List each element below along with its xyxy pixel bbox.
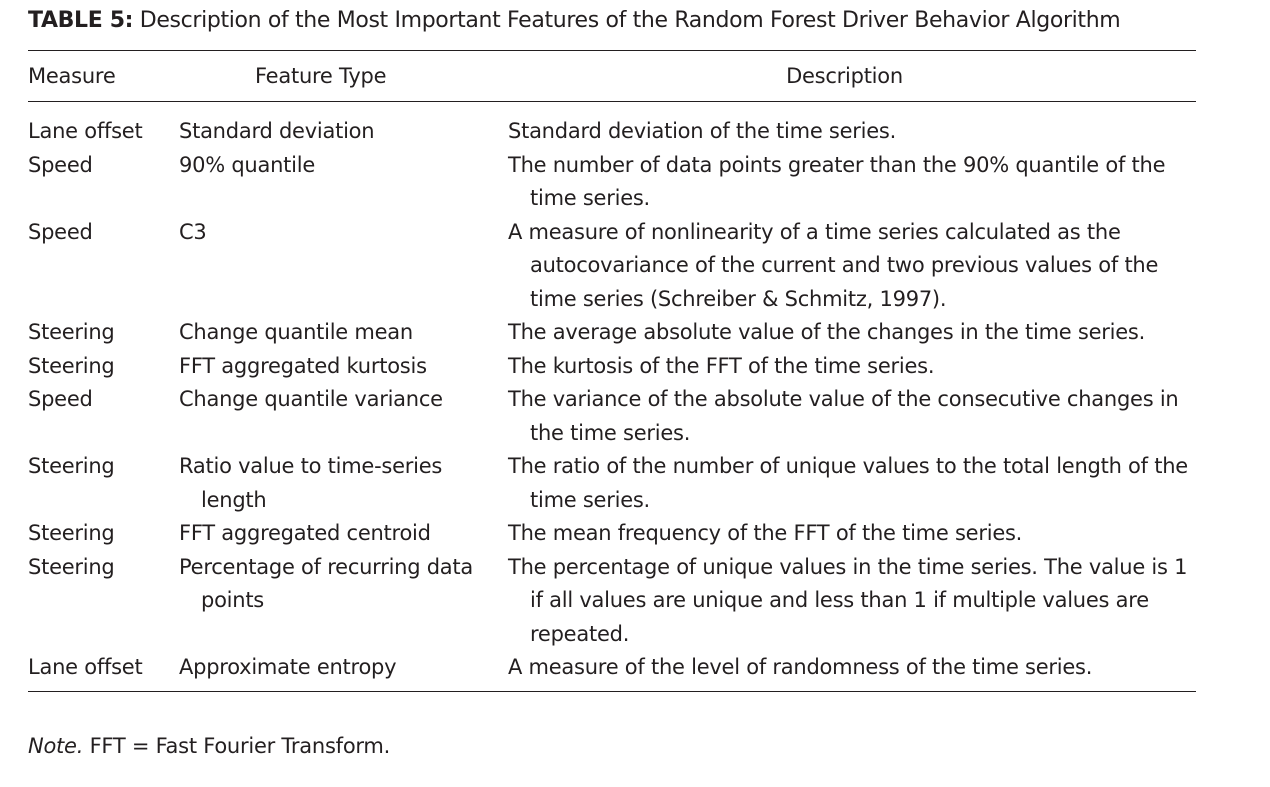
cell-measure: Lane offset bbox=[28, 119, 143, 143]
cell-measure: Steering bbox=[28, 521, 115, 545]
cell-description: The kurtosis of the FFT of the time seri… bbox=[508, 353, 935, 378]
cell-feature-type: Change quantile variance bbox=[179, 387, 443, 411]
table-row: Speed C3 A measure of nonlinearity of a … bbox=[28, 216, 1196, 317]
header-description: Description bbox=[786, 64, 903, 88]
cell-measure: Speed bbox=[28, 387, 93, 411]
table-row: Steering Percentage of recurring data po… bbox=[28, 551, 1196, 652]
cell-description: The variance of the absolute value of th… bbox=[508, 387, 1179, 445]
cell-description: The mean frequency of the FFT of the tim… bbox=[508, 521, 1023, 545]
table-container: TABLE 5: Description of the Most Importa… bbox=[28, 6, 1196, 692]
cell-feature-type: Change quantile mean bbox=[179, 320, 413, 344]
cell-description: The average absolute value of the change… bbox=[508, 320, 1146, 344]
cell-description: A measure of the level of randomness of … bbox=[508, 655, 1093, 679]
table-row: Steering Ratio value to time-series leng… bbox=[28, 450, 1196, 517]
note-label: Note. bbox=[28, 734, 84, 758]
cell-feature-type: Ratio value to time-series length bbox=[179, 454, 443, 512]
cell-measure: Speed bbox=[28, 219, 93, 244]
table-row: Speed 90% quantile The number of data po… bbox=[28, 149, 1196, 216]
cell-feature-type: FFT aggregated kurtosis bbox=[179, 353, 427, 378]
cell-measure: Steering bbox=[28, 320, 115, 344]
table-title: Description of the Most Important Featur… bbox=[139, 8, 1121, 33]
cell-measure: Lane offset bbox=[28, 655, 143, 679]
table-row: Lane offset Standard deviation Standard … bbox=[28, 115, 1196, 149]
note-text: FFT = Fast Fourier Transform. bbox=[83, 734, 391, 758]
cell-description: The percentage of unique values in the t… bbox=[508, 554, 1188, 646]
cell-description: Standard deviation of the time series. bbox=[508, 119, 897, 143]
table-row: Steering FFT aggregated centroid The mea… bbox=[28, 517, 1196, 551]
cell-feature-type: Standard deviation bbox=[179, 119, 375, 143]
bottom-rule bbox=[28, 690, 1196, 692]
features-table: Measure Feature Type Description bbox=[28, 51, 1196, 101]
cell-description: A measure of nonlinearity of a time seri… bbox=[508, 219, 1159, 311]
table-row: Steering Change quantile mean The averag… bbox=[28, 316, 1196, 350]
table-row: Steering FFT aggregated kurtosis The kur… bbox=[28, 350, 1196, 384]
cell-feature-type: 90% quantile bbox=[179, 152, 315, 177]
table-note: Note. FFT = Fast Fourier Transform. bbox=[28, 734, 390, 758]
cell-feature-type: Percentage of recurring data points bbox=[179, 554, 474, 613]
cell-description: The number of data points greater than t… bbox=[508, 152, 1166, 211]
cell-measure: Steering bbox=[28, 554, 115, 579]
cell-feature-type: Approximate entropy bbox=[179, 655, 397, 679]
cell-description: The ratio of the number of unique values… bbox=[508, 454, 1188, 512]
spacer-row bbox=[28, 102, 1196, 115]
cell-feature-type: FFT aggregated centroid bbox=[179, 521, 431, 545]
table-row: Speed Change quantile variance The varia… bbox=[28, 383, 1196, 450]
header-row: Measure Feature Type Description bbox=[28, 51, 1196, 101]
features-table-body: Lane offset Standard deviation Standard … bbox=[28, 102, 1196, 691]
table-caption: TABLE 5: Description of the Most Importa… bbox=[28, 6, 1196, 36]
table-row: Lane offset Approximate entropy A measur… bbox=[28, 651, 1196, 685]
cell-measure: Steering bbox=[28, 353, 115, 378]
table-label: TABLE 5: bbox=[28, 8, 134, 33]
cell-measure: Steering bbox=[28, 454, 115, 478]
header-measure: Measure bbox=[28, 64, 116, 88]
cell-feature-type: C3 bbox=[179, 219, 207, 244]
header-feature-type: Feature Type bbox=[255, 64, 387, 88]
cell-measure: Speed bbox=[28, 152, 93, 177]
